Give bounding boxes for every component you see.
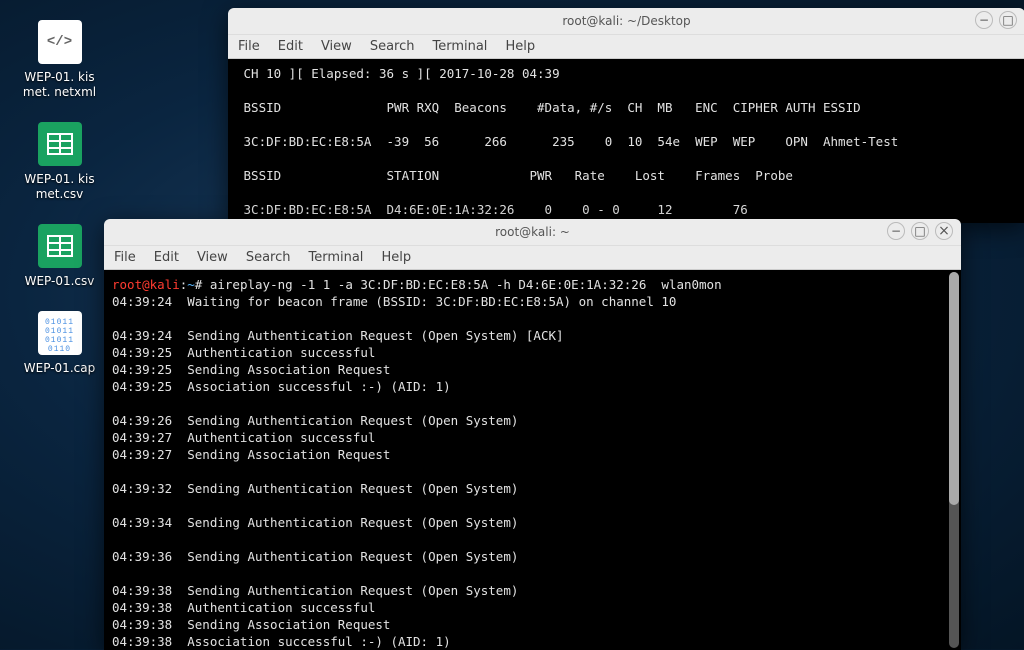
menu-help[interactable]: Help xyxy=(381,250,411,265)
window-title: root@kali: ~/Desktop xyxy=(562,14,690,28)
xml-file-icon: </> xyxy=(38,20,82,64)
minimize-button[interactable]: − xyxy=(975,11,993,29)
terminal-window-airodump[interactable]: root@kali: ~/Desktop − □ File Edit View … xyxy=(228,8,1024,223)
spreadsheet-file-icon xyxy=(38,224,82,268)
maximize-button[interactable]: □ xyxy=(911,222,929,240)
menu-view[interactable]: View xyxy=(321,39,352,54)
desktop-file-kismet-csv[interactable]: WEP-01. kismet.csv xyxy=(12,122,107,202)
prompt-user: root@kali xyxy=(112,277,180,292)
terminal-window-aireplay[interactable]: root@kali: ~ − □ × File Edit View Search… xyxy=(104,219,961,650)
menu-search[interactable]: Search xyxy=(246,250,291,265)
menu-edit[interactable]: Edit xyxy=(154,250,179,265)
scrollbar-thumb[interactable] xyxy=(949,272,959,505)
icon-label: WEP-01. kismet. netxml xyxy=(20,70,100,100)
menu-help[interactable]: Help xyxy=(505,39,535,54)
menu-terminal[interactable]: Terminal xyxy=(432,39,487,54)
binary-file-icon: 01011 01011 01011 0110 xyxy=(38,311,82,355)
close-button[interactable]: × xyxy=(935,222,953,240)
menubar: File Edit View Search Terminal Help xyxy=(104,245,961,270)
window-controls: − □ × xyxy=(887,222,953,240)
terminal-output[interactable]: root@kali:~# aireplay-ng -1 1 -a 3C:DF:B… xyxy=(104,270,961,650)
window-title: root@kali: ~ xyxy=(495,225,570,239)
menubar: File Edit View Search Terminal Help xyxy=(228,34,1024,59)
minimize-button[interactable]: − xyxy=(887,222,905,240)
menu-view[interactable]: View xyxy=(197,250,228,265)
scrollbar[interactable] xyxy=(949,272,959,648)
desktop-file-cap[interactable]: 01011 01011 01011 0110 WEP-01.cap xyxy=(12,311,107,376)
desktop-file-kismet-netxml[interactable]: </> WEP-01. kismet. netxml xyxy=(12,20,107,100)
icon-label: WEP-01.cap xyxy=(24,361,95,376)
command-output: 04:39:24 Waiting for beacon frame (BSSID… xyxy=(112,294,676,650)
icon-label: WEP-01.csv xyxy=(25,274,95,289)
prompt-path: ~ xyxy=(187,277,195,292)
menu-file[interactable]: File xyxy=(114,250,136,265)
icon-label: WEP-01. kismet.csv xyxy=(20,172,100,202)
titlebar[interactable]: root@kali: ~/Desktop − □ xyxy=(228,8,1024,34)
window-controls: − □ xyxy=(975,11,1017,29)
menu-edit[interactable]: Edit xyxy=(278,39,303,54)
menu-file[interactable]: File xyxy=(238,39,260,54)
spreadsheet-file-icon xyxy=(38,122,82,166)
menu-terminal[interactable]: Terminal xyxy=(308,250,363,265)
terminal-output[interactable]: CH 10 ][ Elapsed: 36 s ][ 2017-10-28 04:… xyxy=(228,59,1024,223)
titlebar[interactable]: root@kali: ~ − □ × xyxy=(104,219,961,245)
menu-search[interactable]: Search xyxy=(370,39,415,54)
desktop-file-csv[interactable]: WEP-01.csv xyxy=(12,224,107,289)
maximize-button[interactable]: □ xyxy=(999,11,1017,29)
command-line: aireplay-ng -1 1 -a 3C:DF:BD:EC:E8:5A -h… xyxy=(210,277,722,292)
